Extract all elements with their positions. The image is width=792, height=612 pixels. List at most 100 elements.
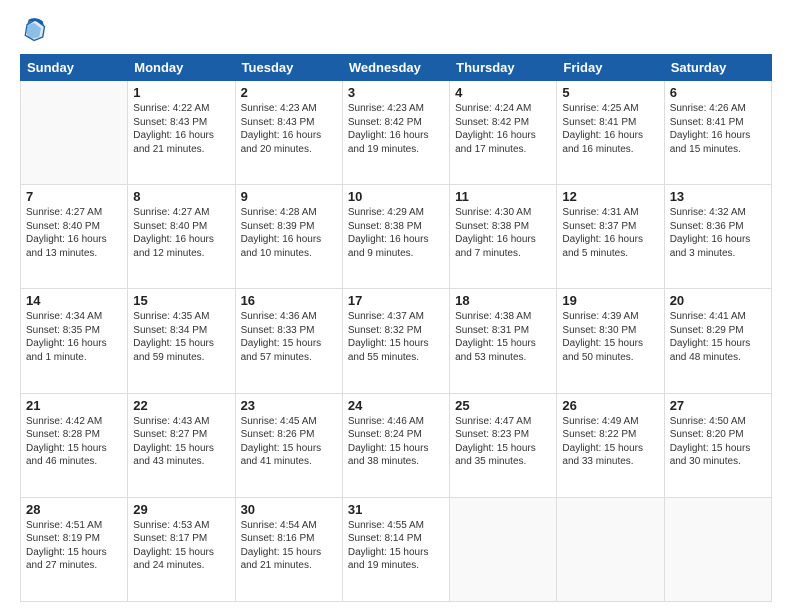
day-number: 28 <box>26 502 122 517</box>
calendar-cell: 3Sunrise: 4:23 AM Sunset: 8:42 PM Daylig… <box>342 81 449 185</box>
calendar-header-saturday: Saturday <box>664 55 771 81</box>
day-number: 12 <box>562 189 658 204</box>
calendar-cell: 21Sunrise: 4:42 AM Sunset: 8:28 PM Dayli… <box>21 393 128 497</box>
calendar-cell: 24 Sunrise: 4:46 AM Sunset: 8:24 PM Dayli… <box>342 393 449 497</box>
day-info: Sunrise: 4:51 AM Sunset: 8:19 PM Dayligh… <box>26 519 122 573</box>
calendar-cell: 30Sunrise: 4:54 AM Sunset: 8:16 PM Dayli… <box>235 497 342 601</box>
day-info: Sunrise: 4:23 AM Sunset: 8:43 PM Dayligh… <box>241 102 337 156</box>
calendar-cell: 29 Sunrise: 4:53 AM Sunset: 8:17 PM Dayli… <box>128 497 235 601</box>
day-info: Sunrise: 4:29 AM Sunset: 8:38 PM Dayligh… <box>348 206 444 260</box>
calendar-cell: 25 Sunrise: 4:47 AM Sunset: 8:23 PM Dayli… <box>450 393 557 497</box>
calendar-cell: 1 Sunrise: 4:22 AM Sunset: 8:43 PM Daylig… <box>128 81 235 185</box>
day-number: 9 <box>241 189 337 204</box>
day-info: Sunrise: 4:53 AM Sunset: 8:17 PM Dayligh… <box>133 519 229 573</box>
day-info: Sunrise: 4:45 AM Sunset: 8:26 PM Dayligh… <box>241 415 337 469</box>
day-number: 10 <box>348 189 444 204</box>
day-number: 4 <box>455 85 551 100</box>
week-row-2: 14 Sunrise: 4:34 AM Sunset: 8:35 PM Dayli… <box>21 289 772 393</box>
day-number: 20 <box>670 293 766 308</box>
day-info: Sunrise: 4:32 AM Sunset: 8:36 PM Dayligh… <box>670 206 766 260</box>
day-number: 14 <box>26 293 122 308</box>
day-info: Sunrise: 4:31 AM Sunset: 8:37 PM Dayligh… <box>562 206 658 260</box>
day-number: 15 <box>133 293 229 308</box>
day-info: Sunrise: 4:22 AM Sunset: 8:43 PM Dayligh… <box>133 102 229 156</box>
day-number: 30 <box>241 502 337 517</box>
day-info: Sunrise: 4:35 AM Sunset: 8:34 PM Dayligh… <box>133 310 229 364</box>
day-info: Sunrise: 4:25 AM Sunset: 8:41 PM Dayligh… <box>562 102 658 156</box>
calendar-cell: 10 Sunrise: 4:29 AM Sunset: 8:38 PM Dayli… <box>342 185 449 289</box>
calendar-cell: 18Sunrise: 4:38 AM Sunset: 8:31 PM Dayli… <box>450 289 557 393</box>
day-info: Sunrise: 4:27 AM Sunset: 8:40 PM Dayligh… <box>26 206 122 260</box>
day-number: 27 <box>670 398 766 413</box>
calendar-cell: 6 Sunrise: 4:26 AM Sunset: 8:41 PM Daylig… <box>664 81 771 185</box>
day-info: Sunrise: 4:37 AM Sunset: 8:32 PM Dayligh… <box>348 310 444 364</box>
calendar-cell: 11 Sunrise: 4:30 AM Sunset: 8:38 PM Dayli… <box>450 185 557 289</box>
day-info: Sunrise: 4:30 AM Sunset: 8:38 PM Dayligh… <box>455 206 551 260</box>
day-number: 24 <box>348 398 444 413</box>
day-number: 18 <box>455 293 551 308</box>
calendar-cell <box>450 497 557 601</box>
page: SundayMondayTuesdayWednesdayThursdayFrid… <box>0 0 792 612</box>
week-row-1: 7 Sunrise: 4:27 AM Sunset: 8:40 PM Daylig… <box>21 185 772 289</box>
calendar-cell: 22 Sunrise: 4:43 AM Sunset: 8:27 PM Dayli… <box>128 393 235 497</box>
day-info: Sunrise: 4:50 AM Sunset: 8:20 PM Dayligh… <box>670 415 766 469</box>
calendar-header-wednesday: Wednesday <box>342 55 449 81</box>
calendar-header-row: SundayMondayTuesdayWednesdayThursdayFrid… <box>21 55 772 81</box>
calendar-cell: 8Sunrise: 4:27 AM Sunset: 8:40 PM Daylig… <box>128 185 235 289</box>
calendar-header-sunday: Sunday <box>21 55 128 81</box>
calendar-cell: 20 Sunrise: 4:41 AM Sunset: 8:29 PM Dayli… <box>664 289 771 393</box>
calendar-header-friday: Friday <box>557 55 664 81</box>
calendar-cell <box>557 497 664 601</box>
day-info: Sunrise: 4:28 AM Sunset: 8:39 PM Dayligh… <box>241 206 337 260</box>
day-info: Sunrise: 4:46 AM Sunset: 8:24 PM Dayligh… <box>348 415 444 469</box>
day-number: 11 <box>455 189 551 204</box>
day-number: 31 <box>348 502 444 517</box>
day-number: 6 <box>670 85 766 100</box>
header <box>20 16 772 44</box>
calendar-cell: 16Sunrise: 4:36 AM Sunset: 8:33 PM Dayli… <box>235 289 342 393</box>
calendar-table: SundayMondayTuesdayWednesdayThursdayFrid… <box>20 54 772 602</box>
day-info: Sunrise: 4:42 AM Sunset: 8:28 PM Dayligh… <box>26 415 122 469</box>
day-number: 23 <box>241 398 337 413</box>
calendar-cell: 13Sunrise: 4:32 AM Sunset: 8:36 PM Dayli… <box>664 185 771 289</box>
calendar-cell: 12 Sunrise: 4:31 AM Sunset: 8:37 PM Dayli… <box>557 185 664 289</box>
week-row-3: 21Sunrise: 4:42 AM Sunset: 8:28 PM Dayli… <box>21 393 772 497</box>
calendar-cell <box>21 81 128 185</box>
day-number: 26 <box>562 398 658 413</box>
day-number: 22 <box>133 398 229 413</box>
calendar-cell: 26Sunrise: 4:49 AM Sunset: 8:22 PM Dayli… <box>557 393 664 497</box>
calendar-cell: 31 Sunrise: 4:55 AM Sunset: 8:14 PM Dayli… <box>342 497 449 601</box>
calendar-cell: 19Sunrise: 4:39 AM Sunset: 8:30 PM Dayli… <box>557 289 664 393</box>
logo <box>20 16 52 44</box>
day-number: 29 <box>133 502 229 517</box>
day-info: Sunrise: 4:24 AM Sunset: 8:42 PM Dayligh… <box>455 102 551 156</box>
day-info: Sunrise: 4:55 AM Sunset: 8:14 PM Dayligh… <box>348 519 444 573</box>
calendar-cell: 14 Sunrise: 4:34 AM Sunset: 8:35 PM Dayli… <box>21 289 128 393</box>
calendar-cell <box>664 497 771 601</box>
day-number: 8 <box>133 189 229 204</box>
day-info: Sunrise: 4:36 AM Sunset: 8:33 PM Dayligh… <box>241 310 337 364</box>
calendar-cell: 7 Sunrise: 4:27 AM Sunset: 8:40 PM Daylig… <box>21 185 128 289</box>
logo-icon <box>20 16 48 44</box>
day-info: Sunrise: 4:23 AM Sunset: 8:42 PM Dayligh… <box>348 102 444 156</box>
day-number: 7 <box>26 189 122 204</box>
calendar-cell: 9 Sunrise: 4:28 AM Sunset: 8:39 PM Daylig… <box>235 185 342 289</box>
calendar-cell: 2 Sunrise: 4:23 AM Sunset: 8:43 PM Daylig… <box>235 81 342 185</box>
week-row-0: 1 Sunrise: 4:22 AM Sunset: 8:43 PM Daylig… <box>21 81 772 185</box>
day-number: 1 <box>133 85 229 100</box>
day-info: Sunrise: 4:26 AM Sunset: 8:41 PM Dayligh… <box>670 102 766 156</box>
calendar-header-monday: Monday <box>128 55 235 81</box>
day-info: Sunrise: 4:34 AM Sunset: 8:35 PM Dayligh… <box>26 310 122 364</box>
calendar-cell: 4 Sunrise: 4:24 AM Sunset: 8:42 PM Daylig… <box>450 81 557 185</box>
calendar-cell: 17Sunrise: 4:37 AM Sunset: 8:32 PM Dayli… <box>342 289 449 393</box>
day-number: 5 <box>562 85 658 100</box>
day-number: 2 <box>241 85 337 100</box>
day-info: Sunrise: 4:47 AM Sunset: 8:23 PM Dayligh… <box>455 415 551 469</box>
week-row-4: 28 Sunrise: 4:51 AM Sunset: 8:19 PM Dayli… <box>21 497 772 601</box>
calendar-header-thursday: Thursday <box>450 55 557 81</box>
calendar-cell: 15 Sunrise: 4:35 AM Sunset: 8:34 PM Dayli… <box>128 289 235 393</box>
calendar-cell: 27 Sunrise: 4:50 AM Sunset: 8:20 PM Dayli… <box>664 393 771 497</box>
day-info: Sunrise: 4:43 AM Sunset: 8:27 PM Dayligh… <box>133 415 229 469</box>
day-info: Sunrise: 4:41 AM Sunset: 8:29 PM Dayligh… <box>670 310 766 364</box>
day-number: 25 <box>455 398 551 413</box>
